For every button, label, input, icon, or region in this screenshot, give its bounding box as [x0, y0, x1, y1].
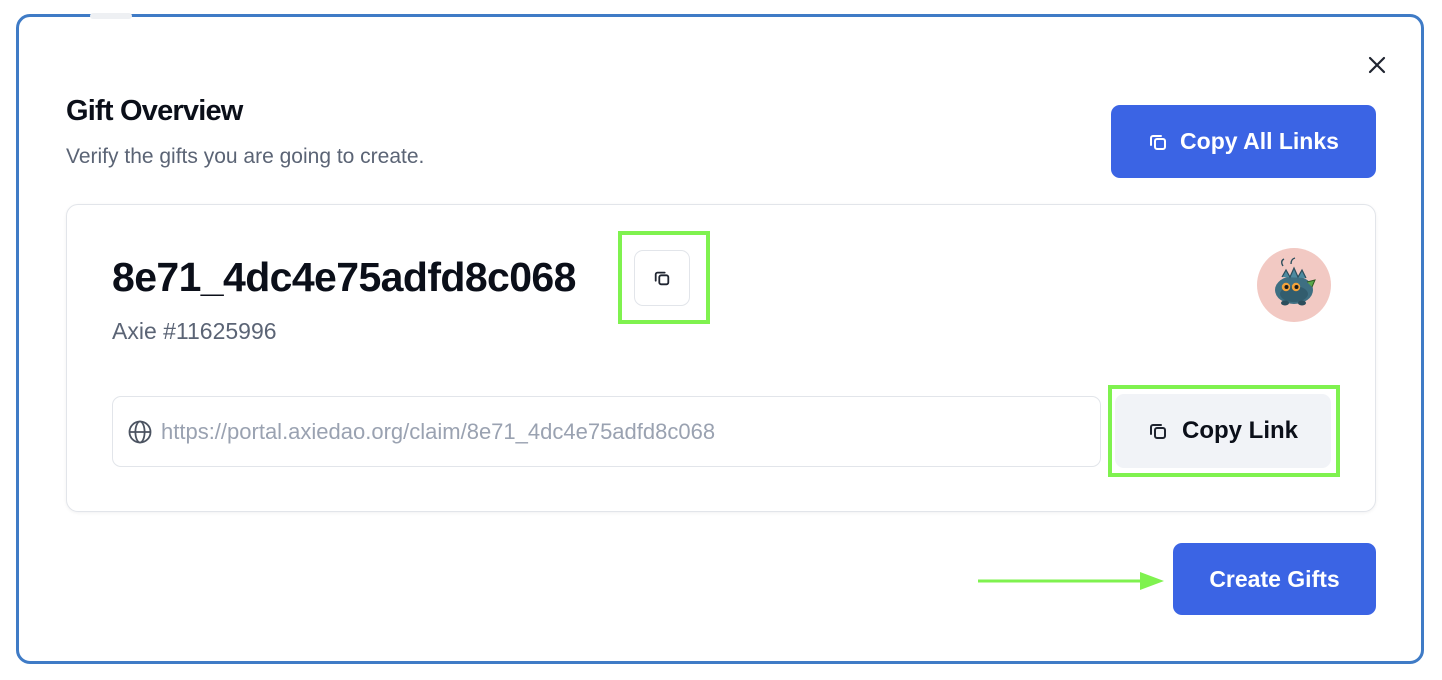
annotation-highlight-copy-code [618, 231, 710, 324]
create-gifts-label: Create Gifts [1209, 565, 1340, 592]
close-button[interactable] [1362, 50, 1392, 80]
axie-id: Axie #11625996 [112, 318, 277, 344]
copy-all-links-label: Copy All Links [1180, 128, 1339, 154]
annotation-highlight-copy-link [1108, 385, 1340, 477]
claim-url-text: https://portal.axiedao.org/claim/8e71_4d… [161, 418, 716, 444]
dialog-subtitle: Verify the gifts you are going to create… [66, 145, 425, 168]
create-gifts-button[interactable]: Create Gifts [1173, 543, 1376, 615]
axie-creature-icon [1275, 257, 1316, 306]
dialog-title: Gift Overview [66, 95, 243, 127]
background-tab [90, 13, 132, 19]
axie-avatar [1257, 248, 1331, 322]
copy-all-links-button[interactable]: Copy All Links [1111, 105, 1376, 178]
gift-code: 8e71_4dc4e75adfd8c068 [112, 254, 576, 300]
annotation-arrow [978, 572, 1164, 590]
copy-icon [1150, 134, 1167, 150]
globe-icon [128, 420, 152, 443]
close-icon [1368, 56, 1386, 74]
claim-url-field[interactable]: https://portal.axiedao.org/claim/8e71_4d… [112, 396, 1101, 467]
